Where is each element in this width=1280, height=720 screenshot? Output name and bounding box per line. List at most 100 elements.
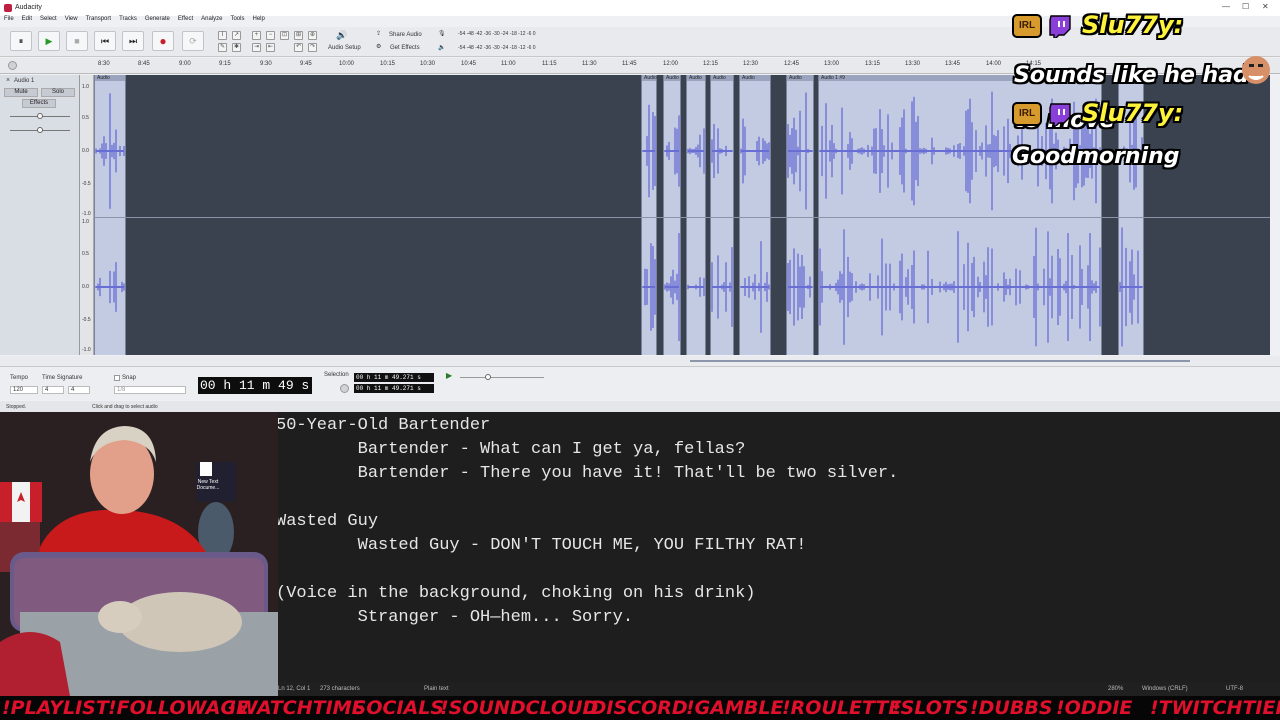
fit-selection-icon[interactable]: ⊡ xyxy=(280,31,289,40)
webcam-image xyxy=(0,412,278,696)
editor-line: Bartender - There you have it! That'll b… xyxy=(276,464,899,483)
line-ending[interactable]: Windows (CRLF) xyxy=(1142,686,1188,692)
pause-button[interactable]: ⏸ xyxy=(10,31,32,51)
selection-options-icon[interactable] xyxy=(340,384,349,393)
encoding[interactable]: UTF-8 xyxy=(1226,686,1243,692)
skip-start-button[interactable]: ⏮ xyxy=(94,31,116,51)
audio-setup-button[interactable]: Audio Setup xyxy=(328,45,361,51)
selection-start[interactable]: 00 h 11 m 49.271 s xyxy=(354,373,434,382)
playback-meter-scale[interactable]: -54 -48 -42 -36 -30 -24 -18 -12 -6 0 xyxy=(458,45,536,51)
playback-meter-icon: 🔈 xyxy=(438,45,446,51)
zoom-level[interactable]: 280% xyxy=(1108,686,1123,692)
menu-edit[interactable]: Edit xyxy=(22,16,32,26)
scrollbar-thumb[interactable] xyxy=(690,360,1190,362)
record-button[interactable]: ● xyxy=(152,31,174,51)
loop-button[interactable]: ⟳ xyxy=(182,31,204,51)
chat-message: Sounds like he had to move xyxy=(1014,63,1249,133)
gain-slider-thumb[interactable] xyxy=(37,113,43,119)
desktop-icon-label[interactable]: New Text Docume... xyxy=(190,479,226,491)
draw-tool-icon[interactable]: ✎ xyxy=(218,43,227,52)
ticker-item: !SOUNDCLOUD xyxy=(440,697,599,719)
play-button[interactable]: ▶ xyxy=(38,31,60,51)
cursor-position[interactable]: Ln 12, Col 1 xyxy=(278,686,310,692)
tempo-input[interactable]: 120 xyxy=(10,386,38,394)
speaker-icon[interactable]: 🔊 xyxy=(336,30,347,41)
redo-icon[interactable]: ↷ xyxy=(308,43,317,52)
share-audio-icon[interactable]: ⇪ xyxy=(376,30,381,37)
play-speed-slider[interactable] xyxy=(460,377,544,378)
ruler-tick: 9:15 xyxy=(219,61,231,67)
envelope-tool-icon[interactable]: ↗ xyxy=(232,31,241,40)
ticker-item: !TWITCHTIER xyxy=(1150,697,1280,719)
selection-end[interactable]: 00 h 11 m 49.271 s xyxy=(354,384,434,393)
scale-label: -1.0 xyxy=(82,211,91,217)
menu-help[interactable]: Help xyxy=(252,16,264,26)
status-hint: Click and drag to select audio xyxy=(92,404,158,410)
menu-effect[interactable]: Effect xyxy=(178,16,193,26)
zoom-toggle-icon[interactable]: ⊕ xyxy=(308,31,317,40)
chat-username: Slu77y: xyxy=(1082,99,1184,127)
menu-tracks[interactable]: Tracks xyxy=(119,16,137,26)
horizontal-scrollbar[interactable] xyxy=(0,356,1280,366)
time-signature-label: Time Signature xyxy=(42,375,83,381)
ruler-tick: 9:30 xyxy=(260,61,272,67)
status-text: Stopped. xyxy=(6,404,27,410)
effects-button[interactable]: Effects xyxy=(22,99,56,108)
scale-label: 0.0 xyxy=(82,284,89,290)
timeline-options-icon[interactable] xyxy=(8,61,17,70)
status-bar: Stopped. Click and drag to select audio xyxy=(0,401,1280,412)
text-file-icon[interactable] xyxy=(200,462,212,476)
irl-badge: IRL xyxy=(1012,14,1042,38)
get-effects-icon[interactable]: ⚙ xyxy=(376,43,381,50)
share-audio-button[interactable]: Share Audio xyxy=(389,32,422,38)
minimize-button[interactable]: — xyxy=(1222,2,1230,11)
menu-file[interactable]: File xyxy=(4,16,14,26)
record-meter-scale[interactable]: -54 -48 -42 -36 -30 -24 -18 -12 -6 0 xyxy=(458,31,536,37)
ticker-item: !SOCIALS xyxy=(344,697,445,719)
time-display[interactable]: 00 h 11 m 49 s xyxy=(198,377,312,394)
undo-icon[interactable]: ↶ xyxy=(294,43,303,52)
menu-transport[interactable]: Transport xyxy=(86,16,111,26)
record-meter-icon: 🎙 xyxy=(438,31,446,37)
time-signature-bottom[interactable]: 4 xyxy=(68,386,90,394)
ruler-tick: 11:15 xyxy=(542,61,557,67)
menu-generate[interactable]: Generate xyxy=(145,16,170,26)
menu-tools[interactable]: Tools xyxy=(230,16,244,26)
menu-analyze[interactable]: Analyze xyxy=(201,16,222,26)
time-signature-top[interactable]: 4 xyxy=(42,386,64,394)
menu-bar: File Edit Select View Transport Tracks G… xyxy=(0,16,273,26)
text-editor[interactable]: 50-Year-Old Bartender Bartender - What c… xyxy=(268,412,1280,696)
maximize-button[interactable]: ☐ xyxy=(1242,2,1249,11)
snap-select[interactable]: 1/8 xyxy=(114,386,186,394)
trim-icon[interactable]: ⇥ xyxy=(252,43,261,52)
fit-project-icon[interactable]: ⊞ xyxy=(294,31,303,40)
menu-select[interactable]: Select xyxy=(40,16,57,26)
ruler-tick: 11:30 xyxy=(582,61,597,67)
track-close-icon[interactable]: × xyxy=(6,77,10,84)
ruler-tick: 13:15 xyxy=(865,61,881,67)
ruler-tick: 12:45 xyxy=(784,61,800,67)
emote-icon xyxy=(1242,56,1270,84)
skip-end-button[interactable]: ⏭ xyxy=(122,31,144,51)
mute-button[interactable]: Mute xyxy=(4,88,38,97)
close-button[interactable]: ✕ xyxy=(1262,2,1269,11)
play-speed-thumb[interactable] xyxy=(485,374,491,380)
pan-slider-thumb[interactable] xyxy=(37,127,43,133)
menu-view[interactable]: View xyxy=(65,16,78,26)
play-at-speed-icon[interactable]: ▶ xyxy=(446,371,452,380)
scale-label: 1.0 xyxy=(82,84,89,90)
ruler-tick: 13:30 xyxy=(905,61,921,67)
zoom-out-icon[interactable]: − xyxy=(266,31,275,40)
editor-line: Stranger - OH—hem... Sorry. xyxy=(276,608,634,627)
track-name[interactable]: Audio 1 xyxy=(14,78,34,84)
snap-checkbox[interactable] xyxy=(114,375,120,381)
stop-button[interactable]: ■ xyxy=(66,31,88,51)
multi-tool-icon[interactable]: ✱ xyxy=(232,43,241,52)
get-effects-button[interactable]: Get Effects xyxy=(390,45,420,51)
zoom-in-icon[interactable]: + xyxy=(252,31,261,40)
ruler-tick: 10:45 xyxy=(461,61,477,67)
webcam-feed: New Text Docume... xyxy=(0,412,278,696)
selection-tool-icon[interactable]: I xyxy=(218,31,227,40)
silence-icon[interactable]: ⇤ xyxy=(266,43,275,52)
solo-button[interactable]: Solo xyxy=(41,88,75,97)
